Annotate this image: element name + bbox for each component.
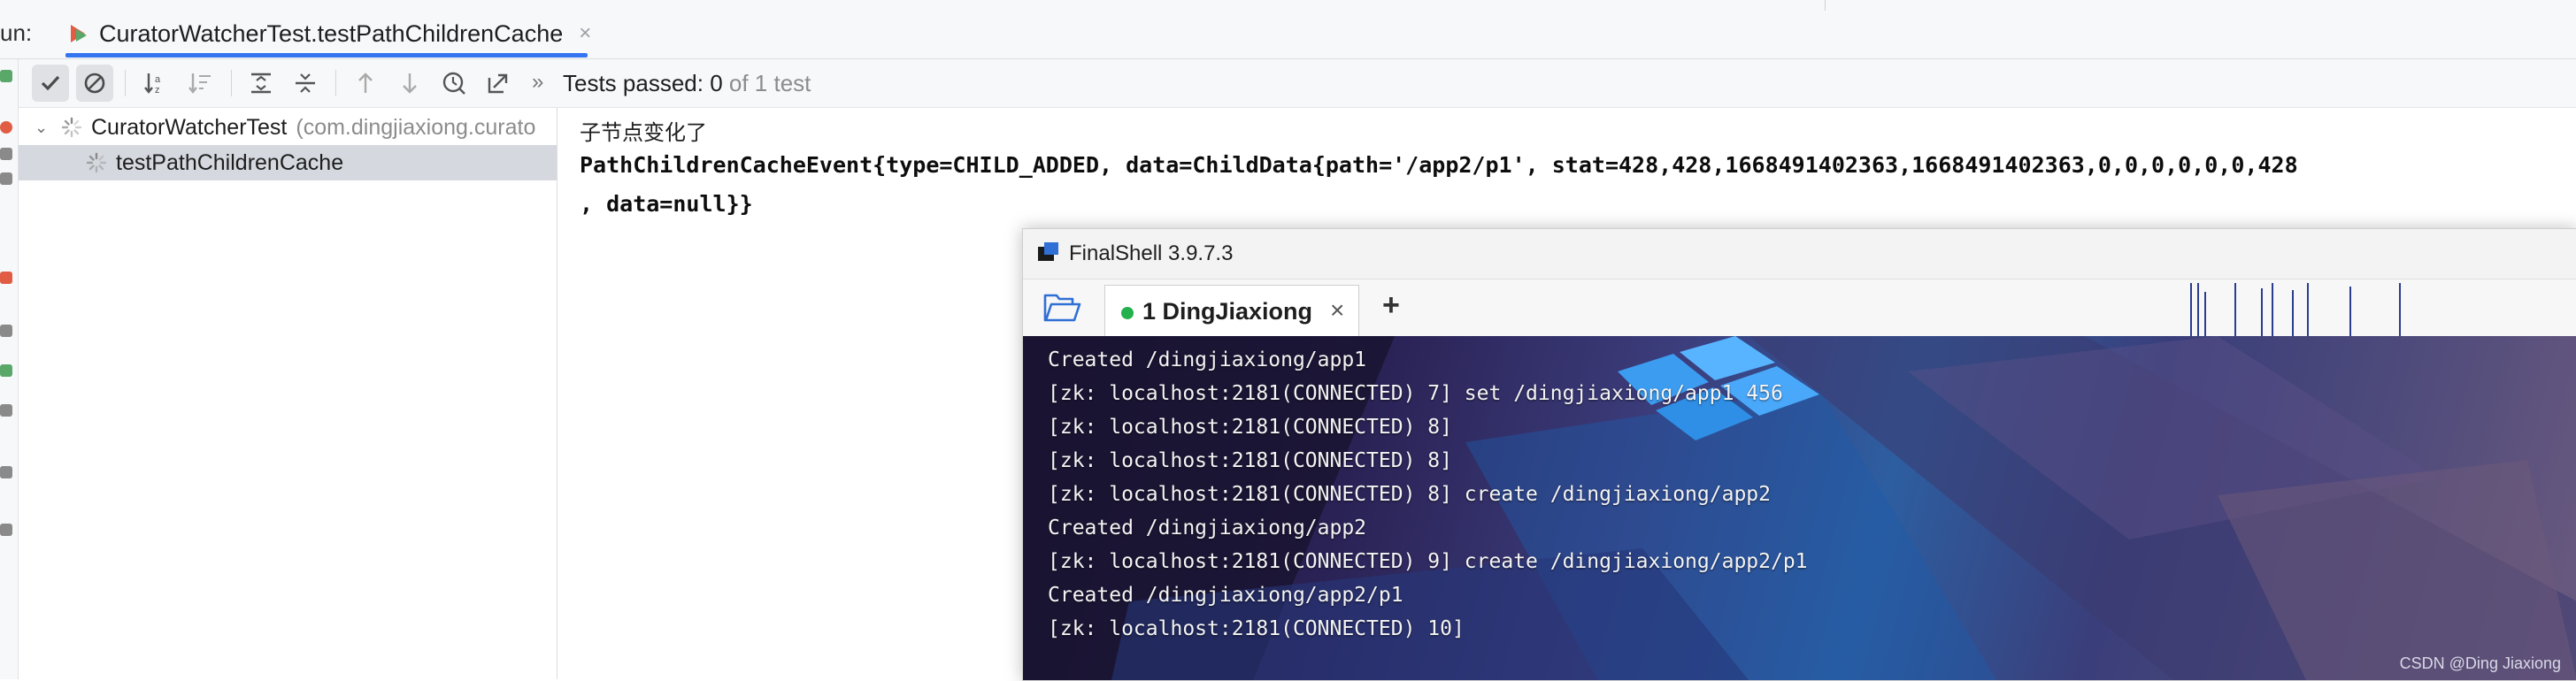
debug-icon[interactable]	[0, 364, 12, 377]
close-icon[interactable]: ×	[579, 21, 591, 46]
tests-passed-label: Tests passed: 0	[563, 70, 723, 96]
terminal-line: [zk: localhost:2181(CONNECTED) 10]	[1048, 617, 1465, 640]
junit-run-icon	[71, 25, 87, 42]
expand-all-button[interactable]	[242, 65, 280, 102]
session-tab-label: 1 DingJiaxiong	[1142, 298, 1313, 325]
session-tab-bar: 1 DingJiaxiong × +	[1023, 279, 2576, 337]
run-side-toolbar	[0, 59, 19, 679]
wrench-icon[interactable]	[0, 172, 12, 185]
collapse-all-icon	[296, 73, 315, 93]
folder-open-icon[interactable]	[1042, 292, 1081, 324]
sort-alphabetically-button[interactable]: a z	[138, 65, 175, 102]
watermark: CSDN @Ding Jiaxiong	[2399, 654, 2561, 672]
test-tree: ⌄ CuratorWatcherTest (com.dingjiaxiong.c…	[19, 108, 557, 679]
settings-icon[interactable]	[0, 466, 12, 478]
active-tab-indicator	[65, 53, 588, 57]
toolbar-separator	[125, 70, 126, 96]
finalshell-window[interactable]: FinalShell 3.9.7.3 1 DingJiaxiong × + Cr…	[1022, 228, 2576, 681]
terminal-line: [zk: localhost:2181(CONNECTED) 8]	[1048, 416, 1452, 439]
previous-failed-test-button[interactable]	[347, 65, 384, 102]
divider	[1825, 0, 1826, 11]
run-tab-title: CuratorWatcherTest.testPathChildrenCache	[99, 19, 564, 47]
rerun-failed-icon[interactable]	[0, 121, 12, 134]
toolbar-overflow-icon[interactable]: »	[532, 70, 543, 95]
layout-icon[interactable]	[0, 404, 12, 417]
terminal-line: Created /dingjiaxiong/app1	[1048, 348, 1367, 371]
terminal-line: [zk: localhost:2181(CONNECTED) 8] create…	[1048, 483, 1771, 506]
test-runner-toolbar: a z » Tests passed: 0 of 1 test	[19, 59, 2576, 108]
svg-text:z: z	[155, 85, 160, 96]
export-icon	[488, 73, 508, 94]
tree-node-method[interactable]: testPathChildrenCache	[19, 145, 557, 180]
console-line: PathChildrenCacheEvent{type=CHILD_ADDED,…	[580, 152, 2298, 178]
add-tab-button[interactable]: +	[1382, 288, 1400, 323]
prev-failed-icon	[358, 73, 373, 93]
expand-all-icon	[251, 73, 271, 94]
terminal-line: [zk: localhost:2181(CONNECTED) 9] create…	[1048, 550, 1808, 573]
tree-node-class[interactable]: ⌄ CuratorWatcherTest (com.dingjiaxiong.c…	[19, 110, 557, 145]
sort-alpha-icon: a z	[144, 73, 161, 96]
window-title: FinalShell 3.9.7.3	[1069, 241, 1234, 265]
chevron-down-icon[interactable]: ⌄	[35, 119, 52, 137]
pin-icon[interactable]	[0, 524, 12, 536]
rerun-icon[interactable]	[0, 70, 12, 82]
toggle-icon[interactable]	[0, 148, 12, 160]
history-icon	[442, 72, 465, 95]
running-spinner-icon	[86, 152, 107, 173]
next-failed-test-button[interactable]	[391, 65, 428, 102]
connected-status-icon	[1121, 307, 1134, 319]
close-icon[interactable]: ×	[1330, 296, 1344, 325]
tree-node-method-label: testPathChildrenCache	[116, 149, 344, 175]
network-monitor-graph	[2190, 283, 2401, 336]
terminal-line: [zk: localhost:2181(CONNECTED) 7] set /d…	[1048, 382, 1783, 405]
next-failed-icon	[403, 73, 417, 94]
tree-node-class-label: CuratorWatcherTest	[91, 114, 288, 140]
sort-duration-icon	[188, 73, 211, 94]
tree-node-package-label: (com.dingjiaxiong.curato	[296, 114, 536, 140]
stop-icon[interactable]	[0, 272, 12, 284]
svg-text:a: a	[155, 74, 161, 85]
terminal[interactable]: Created /dingjiaxiong/app1 [zk: localhos…	[1023, 336, 2576, 680]
toolbar-separator	[335, 70, 336, 96]
cancel-icon	[84, 73, 105, 94]
running-spinner-icon	[61, 117, 82, 138]
console-line: , data=null}}	[580, 191, 753, 217]
session-tab[interactable]: 1 DingJiaxiong ×	[1104, 285, 1359, 337]
show-passed-button[interactable]	[32, 65, 69, 102]
sort-by-duration-button[interactable]	[182, 65, 219, 102]
console-line: 子节点变化了	[580, 120, 707, 145]
tests-total-label: of 1 test	[722, 70, 811, 96]
run-tab[interactable]: CuratorWatcherTest.testPathChildrenCache…	[65, 11, 591, 57]
terminal-line: Created /dingjiaxiong/app2/p1	[1048, 584, 1403, 607]
test-history-button[interactable]	[435, 65, 473, 102]
finalshell-logo-icon	[1038, 242, 1058, 261]
terminal-line: [zk: localhost:2181(CONNECTED) 8]	[1048, 449, 1452, 472]
run-label: un:	[0, 19, 33, 46]
check-icon	[41, 75, 60, 91]
toolbar-separator	[231, 70, 232, 96]
camera-icon[interactable]	[0, 325, 12, 337]
collapse-all-button[interactable]	[287, 65, 324, 102]
run-tool-window-header: un: CuratorWatcherTest.testPathChildrenC…	[0, 0, 2576, 59]
export-results-button[interactable]	[480, 65, 517, 102]
window-titlebar[interactable]: FinalShell 3.9.7.3	[1023, 229, 2576, 279]
terminal-line: Created /dingjiaxiong/app2	[1048, 516, 1367, 539]
tests-status: Tests passed: 0 of 1 test	[563, 70, 811, 97]
show-ignored-button[interactable]	[76, 65, 113, 102]
